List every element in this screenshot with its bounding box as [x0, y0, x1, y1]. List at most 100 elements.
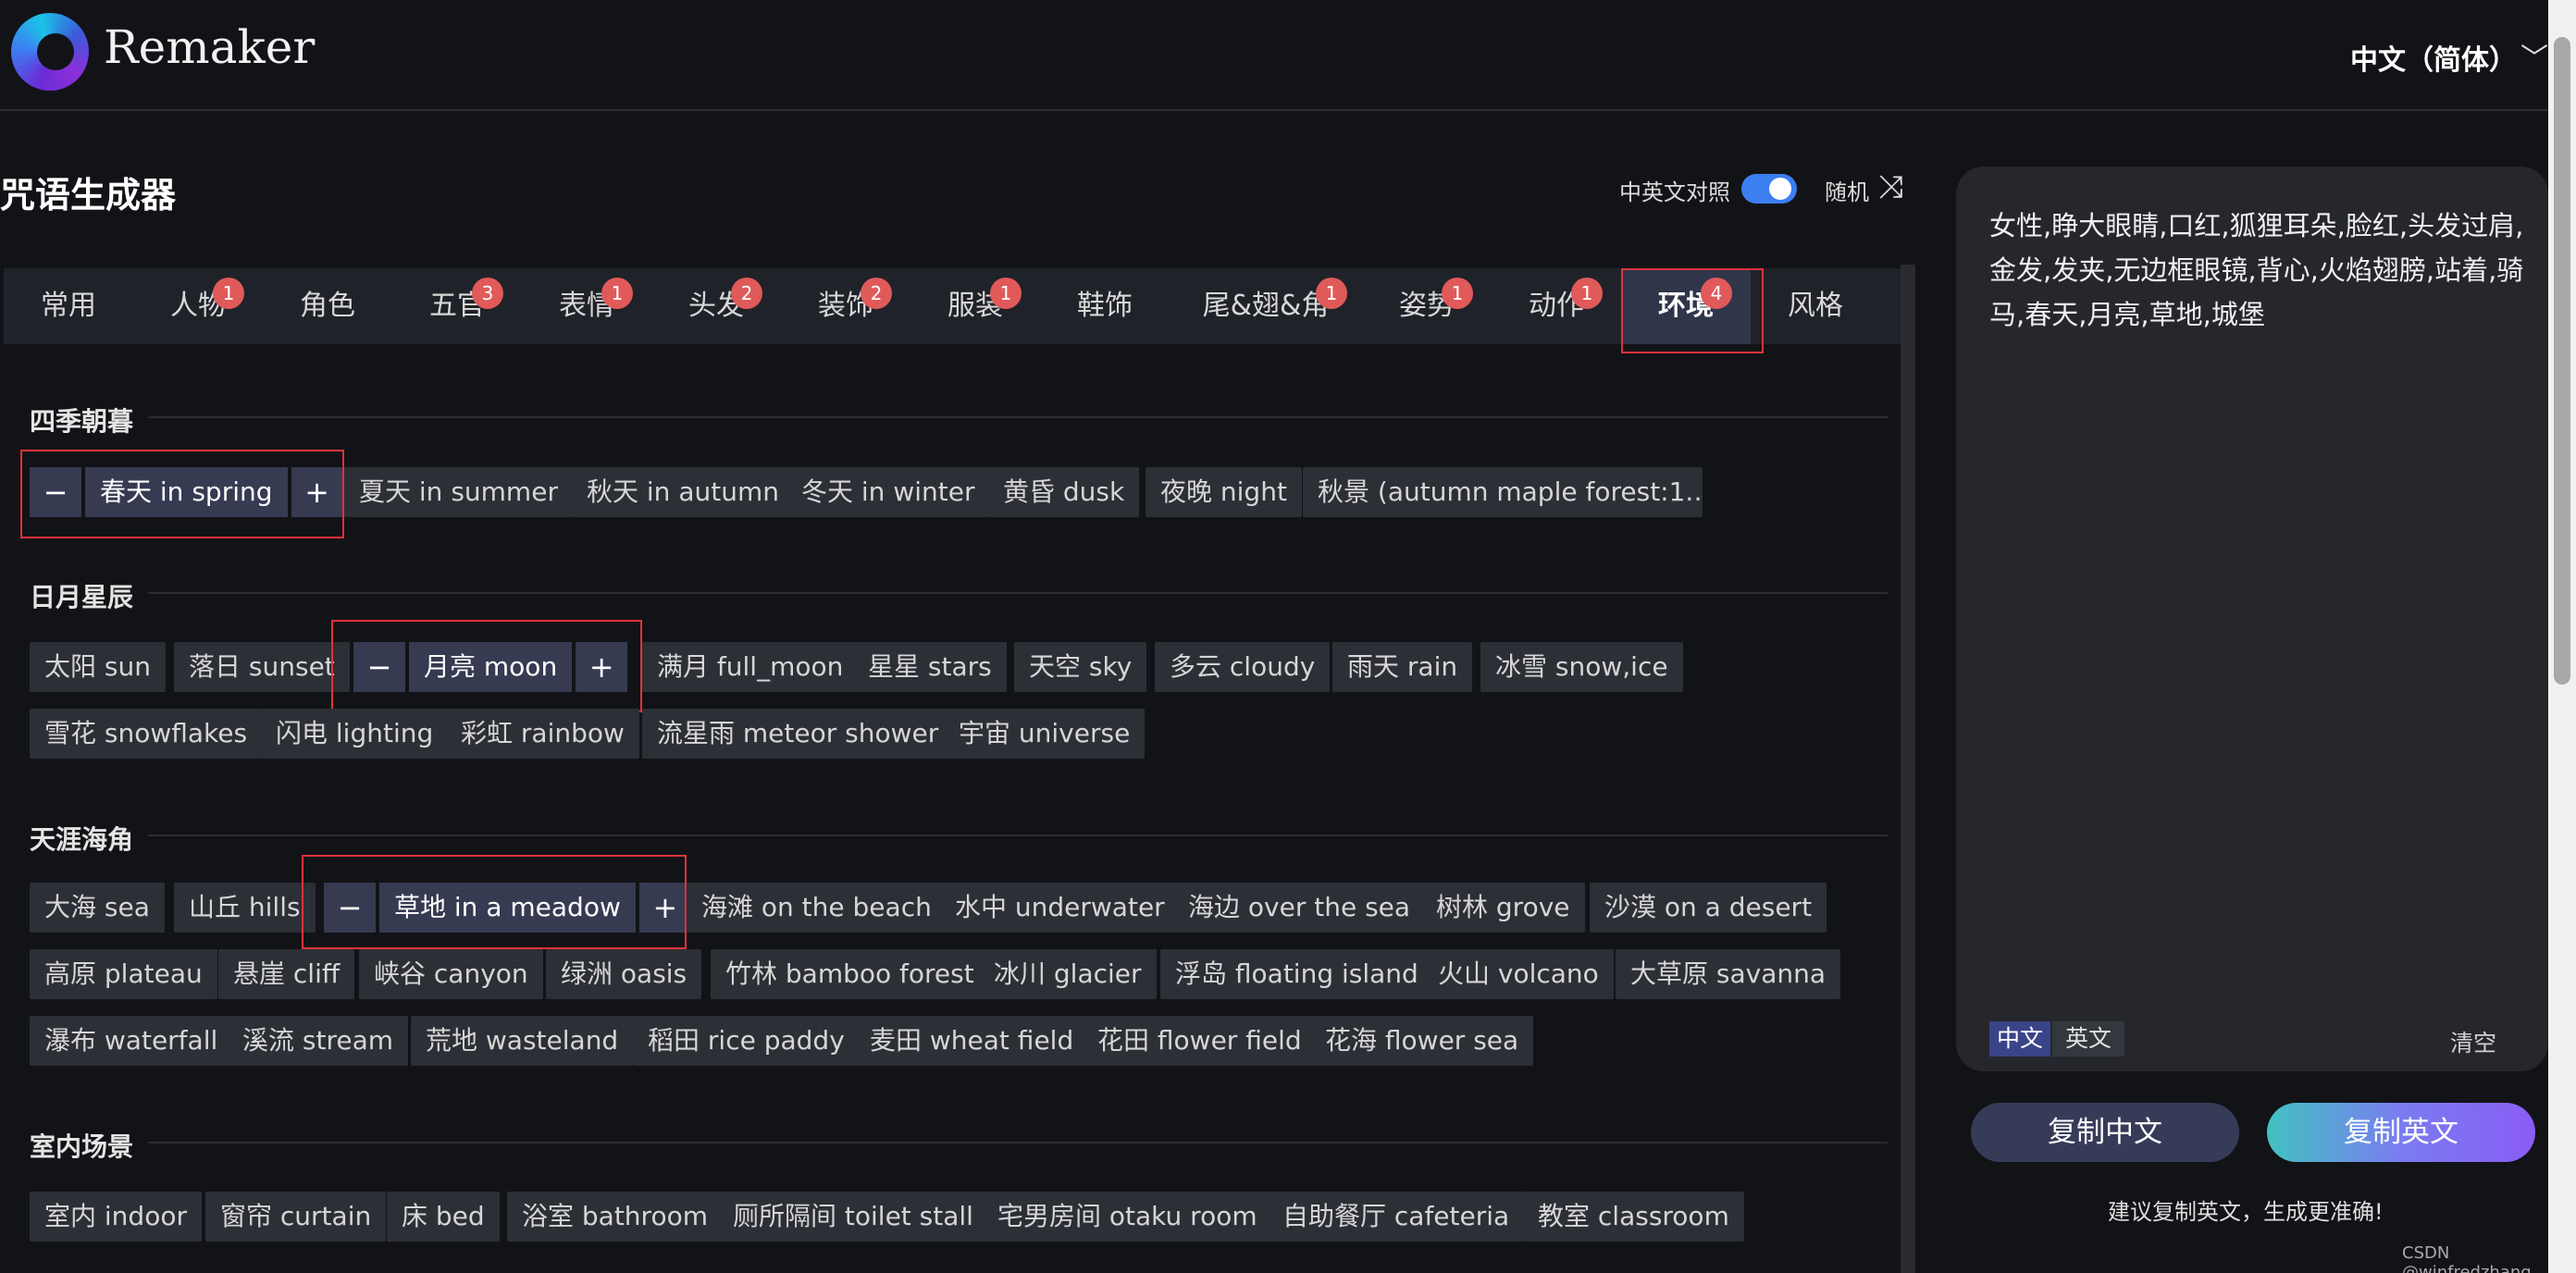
section-title: 四季朝暮: [30, 406, 134, 437]
page-scrollbar-thumb[interactable]: [2554, 37, 2570, 685]
tag-chip[interactable]: 浮岛 floating island: [1160, 949, 1433, 999]
tag-chip[interactable]: 宅男房间 otaku room: [983, 1192, 1272, 1242]
tag-label[interactable]: 春天 in spring: [85, 467, 288, 517]
tag-chip[interactable]: 秋景 (autumn maple forest:1.…: [1303, 467, 1703, 517]
tag-chip[interactable]: 雨天 rain: [1332, 642, 1473, 692]
tag-chip[interactable]: 多云 cloudy: [1155, 642, 1331, 692]
decrease-weight-button[interactable]: −: [324, 883, 376, 933]
tag-chip[interactable]: 秋天 in autumn: [572, 467, 794, 517]
tag-chip[interactable]: 火山 volcano: [1423, 949, 1614, 999]
display-english-toggle[interactable]: 英文: [2052, 1021, 2125, 1057]
tag-chip[interactable]: 竹林 bamboo forest: [711, 949, 989, 999]
tab-environment[interactable]: 环境 4: [1621, 268, 1751, 344]
tag-chip[interactable]: 窗帘 curtain: [205, 1192, 387, 1242]
tab-shoes[interactable]: 鞋饰: [1040, 268, 1170, 344]
shuffle-icon[interactable]: ⤨: [1878, 168, 1903, 205]
tab-style[interactable]: 风格: [1751, 268, 1880, 344]
language-selector[interactable]: 中文（简体）: [2350, 37, 2517, 78]
section-title: 日月星辰: [30, 582, 134, 612]
brand-name[interactable]: Remaker: [104, 20, 315, 74]
increase-weight-button[interactable]: +: [291, 467, 343, 517]
decrease-weight-button[interactable]: −: [30, 467, 81, 517]
tab-hair[interactable]: 头发 2: [651, 268, 781, 344]
selected-tag[interactable]: − 草地 in a meadow +: [324, 883, 691, 933]
tag-chip[interactable]: 流星雨 meteor shower: [642, 709, 954, 759]
tag-chip[interactable]: 厕所隔间 toilet stall: [718, 1192, 988, 1242]
tab-expression[interactable]: 表情 1: [522, 268, 651, 344]
tag-chip[interactable]: 沙漠 on a desert: [1590, 883, 1827, 933]
tab-role[interactable]: 角色: [263, 268, 392, 344]
tab-label: 常用: [41, 290, 96, 322]
increase-weight-button[interactable]: +: [638, 883, 691, 933]
tag-chip[interactable]: 高原 plateau: [30, 949, 217, 999]
tag-chip[interactable]: 教室 classroom: [1523, 1192, 1744, 1242]
tag-chip[interactable]: 自助餐厅 cafeteria: [1268, 1192, 1525, 1242]
tag-chip[interactable]: 宇宙 universe: [944, 709, 1146, 759]
copy-english-button[interactable]: 复制英文: [2267, 1103, 2535, 1162]
tab-label: 鞋饰: [1077, 290, 1133, 322]
tag-chip[interactable]: 麦田 wheat field: [855, 1016, 1089, 1066]
tag-chip[interactable]: 溪流 stream: [228, 1016, 409, 1066]
count-badge: 1: [990, 278, 1022, 309]
tag-chip[interactable]: 花田 flower field: [1083, 1016, 1317, 1066]
tag-chip[interactable]: 瀑布 waterfall: [30, 1016, 233, 1066]
tag-chip[interactable]: 夜晚 night: [1146, 467, 1302, 517]
tag-chip[interactable]: 悬崖 cliff: [218, 949, 355, 999]
tag-chip[interactable]: 星星 stars: [853, 642, 1007, 692]
tag-chip[interactable]: 绿洲 oasis: [546, 949, 702, 999]
bilingual-toggle-knob[interactable]: [1769, 178, 1791, 200]
chevron-down-icon[interactable]: ﹀: [2520, 35, 2548, 76]
tag-chip[interactable]: 荒地 wasteland: [411, 1016, 634, 1066]
tab-common[interactable]: 常用: [4, 268, 133, 344]
count-badge: 2: [731, 278, 762, 309]
increase-weight-button[interactable]: +: [576, 642, 628, 692]
count-badge: 1: [213, 278, 244, 309]
tag-chip[interactable]: 大海 sea: [30, 883, 165, 933]
tag-chip[interactable]: 黄昏 dusk: [988, 467, 1140, 517]
tag-chip[interactable]: 海边 over the sea: [1173, 883, 1426, 933]
tag-chip[interactable]: 天空 sky: [1014, 642, 1147, 692]
tag-chip[interactable]: 闪电 lighting: [261, 709, 449, 759]
tag-list-scrollbar[interactable]: [1901, 265, 1915, 1273]
selected-tag[interactable]: − 月亮 moon +: [353, 642, 628, 692]
tag-chip[interactable]: 彩虹 rainbow: [446, 709, 639, 759]
tag-chip[interactable]: 室内 indoor: [30, 1192, 202, 1242]
tag-chip[interactable]: 雪花 snowflakes: [30, 709, 263, 759]
tab-clothing[interactable]: 服装 1: [910, 268, 1040, 344]
tab-features[interactable]: 五官 3: [392, 268, 522, 344]
tab-pose[interactable]: 姿势 1: [1362, 268, 1492, 344]
tab-accessories[interactable]: 装饰 2: [781, 268, 910, 344]
selected-tag[interactable]: − 春天 in spring +: [30, 467, 343, 517]
tag-chip[interactable]: 冬天 in winter: [786, 467, 990, 517]
tag-label[interactable]: 草地 in a meadow: [379, 883, 636, 933]
clear-button[interactable]: 清空: [2450, 1025, 2496, 1058]
decrease-weight-button[interactable]: −: [353, 642, 405, 692]
tag-chip[interactable]: 树林 grove: [1421, 883, 1585, 933]
tag-label[interactable]: 月亮 moon: [409, 642, 573, 692]
tag-chip[interactable]: 夏天 in summer: [344, 467, 573, 517]
tag-chip[interactable]: 花海 flower sea: [1310, 1016, 1534, 1066]
tag-chip[interactable]: 山丘 hills: [174, 883, 316, 933]
tag-chip[interactable]: 水中 underwater: [940, 883, 1180, 933]
prompt-text-area[interactable]: 女性,睁大眼睛,口红,狐狸耳朵,脸红,头发过肩,金发,发夹,无边框眼镜,背心,火…: [1989, 204, 2526, 337]
tag-chip[interactable]: 浴室 bathroom: [507, 1192, 723, 1242]
tag-chip[interactable]: 满月 full_moon: [642, 642, 859, 692]
tag-chip[interactable]: 太阳 sun: [30, 642, 166, 692]
tab-person[interactable]: 人物 1: [133, 268, 263, 344]
tag-chip[interactable]: 床 bed: [387, 1192, 500, 1242]
tab-label: 角色: [300, 290, 355, 322]
tag-chip[interactable]: 冰川 glacier: [979, 949, 1157, 999]
tab-action[interactable]: 动作 1: [1492, 268, 1621, 344]
tag-chip[interactable]: 大草原 savanna: [1616, 949, 1841, 999]
tag-chip[interactable]: 冰雪 snow,ice: [1480, 642, 1683, 692]
remaker-logo-icon[interactable]: [11, 13, 89, 91]
random-label[interactable]: 随机: [1825, 174, 1869, 206]
tag-chip[interactable]: 落日 sunset: [174, 642, 350, 692]
tag-chip[interactable]: 海滩 on the beach: [687, 883, 947, 933]
tag-chip[interactable]: 峡谷 canyon: [359, 949, 543, 999]
display-chinese-toggle[interactable]: 中文: [1989, 1021, 2051, 1057]
tab-label: 尾&翅&角: [1202, 290, 1330, 322]
copy-chinese-button[interactable]: 复制中文: [1971, 1103, 2239, 1162]
tab-tail-wing-horn[interactable]: 尾&翅&角 1: [1170, 268, 1362, 344]
tag-chip[interactable]: 稻田 rice paddy: [633, 1016, 860, 1066]
